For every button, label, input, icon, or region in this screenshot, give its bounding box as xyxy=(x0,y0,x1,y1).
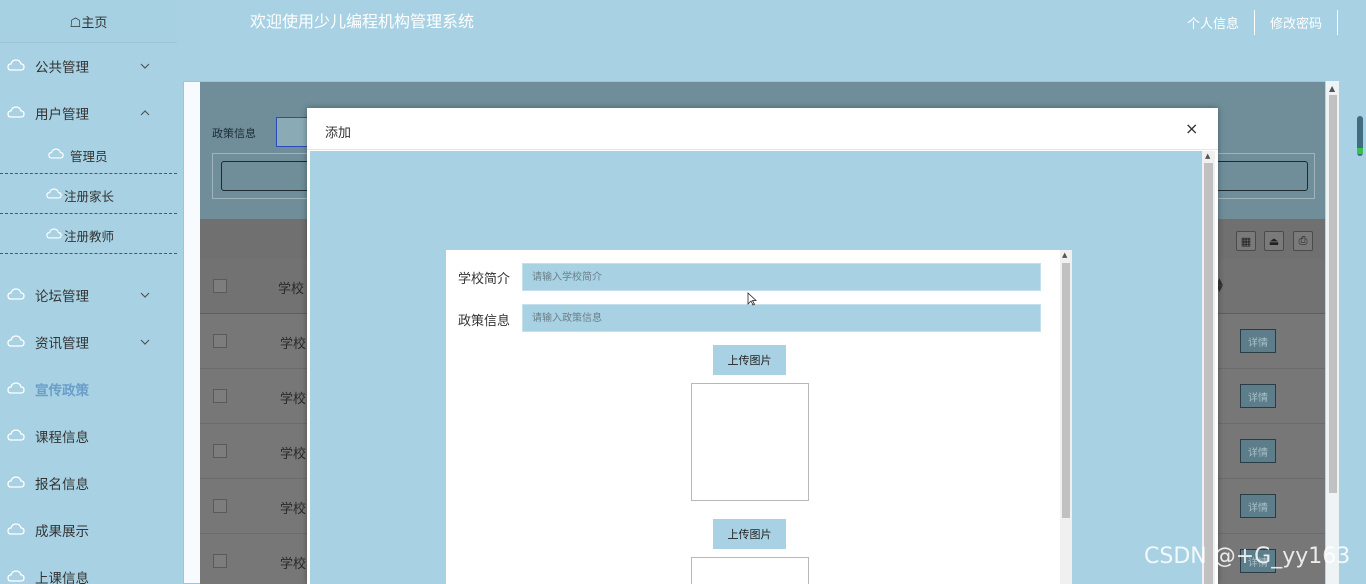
window-scrollbar[interactable] xyxy=(1355,0,1366,584)
add-dialog: 添加 × 学校简介 政策信息 上传图片 上传图片 ▲ ▲ xyxy=(307,108,1218,584)
sidebar-item-enroll[interactable]: 报名信息 xyxy=(0,463,177,503)
cloud-icon xyxy=(7,429,25,441)
detail-button[interactable]: 详情 xyxy=(1240,439,1276,463)
cloud-icon xyxy=(7,523,25,535)
sidebar-item-label: 公共管理 xyxy=(35,60,89,76)
chevron-up-icon xyxy=(140,110,150,116)
row-checkbox[interactable] xyxy=(213,389,227,403)
profile-link[interactable]: 个人信息 xyxy=(1172,10,1255,35)
chevron-down-icon xyxy=(140,63,150,69)
dialog-body: 学校简介 政策信息 上传图片 上传图片 ▲ xyxy=(310,151,1202,584)
row-checkbox[interactable] xyxy=(213,334,227,348)
cloud-icon xyxy=(7,382,25,394)
sort-icon[interactable]: ▲ ▼ xyxy=(1216,278,1230,294)
sidebar: ☖主页 公共管理 用户管理 管理员 注册家长 注册教师 论坛管理 资讯管理 宣传… xyxy=(0,0,177,584)
dialog-scrollbar[interactable]: ▲ xyxy=(1202,151,1215,584)
image-preview xyxy=(691,557,809,584)
scroll-indicator xyxy=(1357,148,1363,154)
app-title: 欢迎使用少儿编程机构管理系统 xyxy=(250,12,475,31)
school-intro-label: 学校简介 xyxy=(458,272,511,287)
sidebar-item-public[interactable]: 公共管理 xyxy=(0,46,177,86)
table-cell: 学校 xyxy=(280,502,307,517)
sidebar-item-results[interactable]: 成果展示 xyxy=(0,510,177,550)
table-cell: 学校 xyxy=(280,557,307,572)
cloud-icon xyxy=(48,148,64,159)
row-checkbox[interactable] xyxy=(213,444,227,458)
cloud-icon xyxy=(7,106,25,118)
close-icon[interactable]: × xyxy=(1185,120,1198,138)
sidebar-item-label: 宣传政策 xyxy=(35,383,89,399)
sidebar-subitem-label: 管理员 xyxy=(70,149,108,164)
sidebar-item-label: 论坛管理 xyxy=(35,289,89,305)
sidebar-item-news[interactable]: 资讯管理 xyxy=(0,322,177,362)
row-checkbox[interactable] xyxy=(213,554,227,568)
export-icon[interactable]: ⏏ xyxy=(1264,231,1284,251)
sidebar-item-label: 上课信息 xyxy=(35,571,89,584)
print-icon[interactable]: ⎙ xyxy=(1293,231,1313,251)
sidebar-item-classes[interactable]: 上课信息 xyxy=(0,557,177,584)
filter-label: 政策信息 xyxy=(212,127,256,140)
image-preview xyxy=(691,383,809,501)
scroll-up-icon[interactable]: ▲ xyxy=(1205,152,1210,160)
cloud-icon xyxy=(7,570,25,582)
sidebar-item-users[interactable]: 用户管理 xyxy=(0,93,177,133)
cloud-icon xyxy=(7,476,25,488)
cloud-icon xyxy=(7,59,25,71)
select-all-checkbox[interactable] xyxy=(213,279,227,293)
table-cell: 学校 xyxy=(280,447,307,462)
chevron-down-icon xyxy=(140,339,150,345)
page-scrollbar[interactable]: ▲ xyxy=(1325,81,1339,584)
school-intro-input[interactable] xyxy=(522,263,1041,291)
change-password-link[interactable]: 修改密码 xyxy=(1255,10,1338,35)
scrollbar-thumb[interactable] xyxy=(1329,95,1337,493)
detail-button[interactable]: 详情 xyxy=(1240,384,1276,408)
sidebar-item-label: 课程信息 xyxy=(35,430,89,446)
sidebar-item-courses[interactable]: 课程信息 xyxy=(0,416,177,456)
upload-image-button[interactable]: 上传图片 xyxy=(713,519,786,549)
sidebar-item-label: 用户管理 xyxy=(35,107,89,123)
home-link[interactable]: ☖主页 xyxy=(0,0,177,43)
sidebar-item-label: 报名信息 xyxy=(35,477,89,493)
policy-info-input[interactable] xyxy=(522,304,1041,332)
column-header: 学校 xyxy=(278,282,305,297)
detail-button[interactable]: 详情 xyxy=(1240,494,1276,518)
scrollbar-thumb[interactable] xyxy=(1062,263,1070,518)
detail-button[interactable]: 详情 xyxy=(1240,329,1276,353)
form-scrollbar[interactable]: ▲ xyxy=(1060,250,1072,584)
scroll-up-icon[interactable]: ▲ xyxy=(1329,84,1335,93)
sidebar-subitem-admin[interactable]: 管理员 xyxy=(0,134,177,174)
dialog-title: 添加 xyxy=(325,126,352,141)
cloud-icon xyxy=(46,228,62,239)
sidebar-subitem-label: 注册家长 xyxy=(64,189,115,204)
sidebar-item-forum[interactable]: 论坛管理 xyxy=(0,275,177,315)
upload-image-button[interactable]: 上传图片 xyxy=(713,345,786,375)
sidebar-subitem-parent[interactable]: 注册家长 xyxy=(0,174,177,214)
scrollbar-thumb[interactable] xyxy=(1204,163,1213,584)
cloud-icon xyxy=(7,335,25,347)
dialog-header: 添加 × xyxy=(307,108,1218,150)
sidebar-item-label: 成果展示 xyxy=(35,524,89,540)
policy-info-label: 政策信息 xyxy=(458,314,511,329)
cloud-icon xyxy=(46,188,62,199)
sidebar-item-label: 资讯管理 xyxy=(35,336,89,352)
add-form: 学校简介 政策信息 上传图片 上传图片 ▲ xyxy=(446,250,1072,584)
watermark: CSDN @+G_yy163 xyxy=(1144,544,1351,569)
sidebar-subitem-label: 注册教师 xyxy=(64,229,115,244)
top-links: 个人信息 修改密码 xyxy=(1172,10,1338,35)
cloud-icon xyxy=(7,288,25,300)
columns-icon[interactable]: ▦ xyxy=(1236,231,1256,251)
sidebar-subitem-teacher[interactable]: 注册教师 xyxy=(0,214,177,254)
chevron-down-icon xyxy=(140,292,150,298)
table-cell: 学校 xyxy=(280,392,307,407)
table-cell: 学校 xyxy=(280,337,307,352)
sidebar-item-policy[interactable]: 宣传政策 xyxy=(0,369,177,409)
cursor-icon xyxy=(747,292,757,306)
scroll-up-icon[interactable]: ▲ xyxy=(1062,251,1067,259)
row-checkbox[interactable] xyxy=(213,499,227,513)
